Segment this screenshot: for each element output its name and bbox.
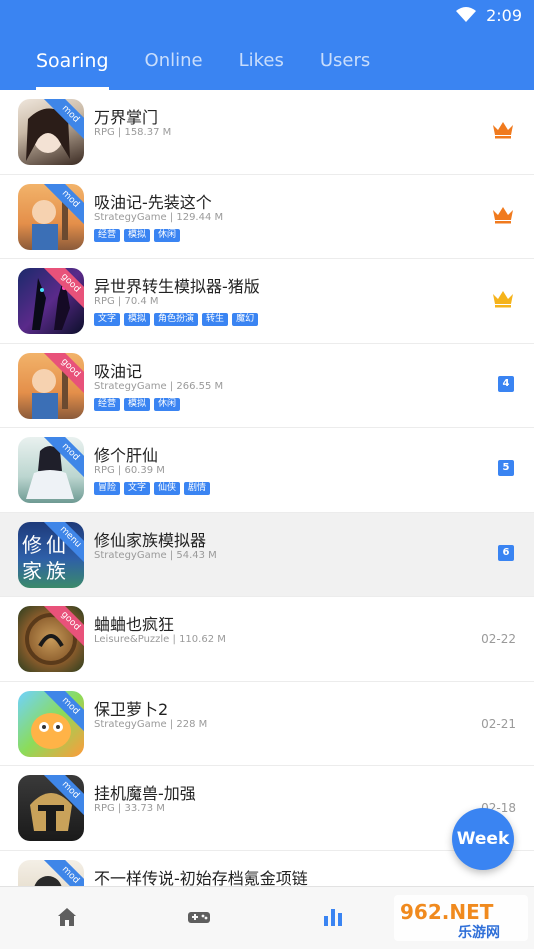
tag-list: 经营 模拟 休闲 (94, 228, 181, 242)
update-date: 02-22 (481, 632, 516, 646)
tab-soaring[interactable]: Soaring (36, 44, 109, 90)
list-item[interactable]: 修仙家族 menu 修仙家族模拟器 StrategyGame | 54.43 M… (0, 512, 534, 597)
tag: 文字 (124, 482, 151, 495)
tag: 魔幻 (232, 313, 259, 326)
svg-text:家: 家 (22, 559, 42, 583)
app-header: 2:09 Soaring Online Likes Users (0, 0, 534, 90)
list-item[interactable]: mod 万界掌门 RPG | 158.37 M (0, 90, 534, 175)
app-title: 修个肝仙 (94, 446, 159, 465)
app-icon: mod (18, 859, 84, 886)
tag: 模拟 (124, 397, 151, 411)
app-list: mod 万界掌门 RPG | 158.37 M mod 吸油记-先装这个 Str… (0, 90, 534, 886)
gamepad-icon[interactable] (187, 905, 211, 929)
app-icon: mod (18, 99, 84, 165)
tag: 角色扮演 (154, 313, 199, 326)
home-icon[interactable] (55, 905, 79, 929)
crown-orange-icon (493, 122, 513, 139)
app-title: 异世界转生模拟器-猪版 (94, 277, 260, 296)
rank-badge: 4 (498, 375, 514, 392)
tag: 转生 (202, 313, 229, 326)
week-filter-button[interactable]: Week (452, 808, 514, 870)
tag: 经营 (94, 397, 121, 411)
app-meta: RPG | 158.37 M (94, 127, 172, 138)
app-title: 吸油记 (94, 361, 143, 381)
app-title: 不一样传说-初始存档氪金项链 (94, 868, 308, 887)
status-time: 2:09 (486, 5, 522, 25)
tag: 模拟 (124, 228, 151, 242)
app-icon: good (18, 606, 84, 672)
wifi-icon (456, 7, 477, 22)
app-meta: Leisure&Puzzle | 110.62 M (94, 634, 226, 645)
site-watermark: 962.NET 乐游网 (394, 895, 528, 941)
app-title: 挂机魔兽-加强 (94, 784, 196, 803)
list-item[interactable]: mod 吸油记-先装这个 StrategyGame | 129.44 M 经营 … (0, 174, 534, 259)
tab-users[interactable]: Users (320, 44, 370, 90)
rank-badge: 5 (498, 460, 514, 476)
app-meta: StrategyGame | 129.44 M (94, 211, 224, 223)
chart-bar-icon[interactable] (321, 905, 345, 929)
app-icon: mod (18, 437, 84, 503)
watermark-bottom: 乐游网 (458, 924, 500, 941)
tag: 休闲 (154, 397, 181, 411)
app-title: 修仙家族模拟器 (94, 530, 207, 550)
update-date: 02-21 (481, 716, 516, 731)
app-meta: RPG | 70.4 M (94, 296, 159, 307)
svg-text:修: 修 (22, 533, 42, 557)
tag: 冒险 (94, 482, 121, 495)
list-item[interactable]: good 异世界转生模拟器-猪版 RPG | 70.4 M 文字 模拟 角色扮演… (0, 259, 534, 344)
app-icon: mod (18, 183, 84, 250)
tab-bar: Soaring Online Likes Users (0, 44, 370, 90)
app-meta: RPG | 33.73 M (94, 803, 165, 814)
app-meta: StrategyGame | 54.43 M (94, 549, 217, 561)
rank-badge: 6 (498, 544, 514, 561)
tag: 仙侠 (154, 482, 181, 495)
tag: 休闲 (154, 228, 181, 242)
app-icon: good (18, 352, 84, 419)
list-item[interactable]: good 蛐蛐也疯狂 Leisure&Puzzle | 110.62 M 02-… (0, 597, 534, 682)
app-icon: good (18, 268, 84, 334)
list-item[interactable]: mod 保卫萝卜2 StrategyGame | 228 M 02-21 (0, 681, 534, 766)
tag-list: 经营 模拟 休闲 (94, 397, 181, 411)
app-title: 万界掌门 (94, 108, 159, 127)
svg-text:族: 族 (46, 559, 66, 583)
app-title: 吸油记-先装这个 (94, 192, 212, 212)
list-item[interactable]: mod 不一样传说-初始存档氪金项链 (0, 850, 534, 887)
app-icon: 修仙家族 menu (18, 521, 84, 588)
app-icon: mod (18, 775, 84, 841)
crown-gold-icon (493, 291, 513, 308)
app-icon: mod (18, 690, 84, 757)
app-meta: StrategyGame | 266.55 M (94, 380, 224, 392)
watermark-top: 962.NET (400, 900, 494, 924)
tag: 剧情 (184, 482, 211, 495)
app-meta: RPG | 60.39 M (94, 465, 165, 476)
tag: 模拟 (124, 313, 151, 326)
app-meta: StrategyGame | 228 M (94, 718, 208, 730)
tab-likes[interactable]: Likes (239, 44, 284, 90)
app-title: 保卫萝卜2 (94, 699, 169, 719)
status-bar: 2:09 (456, 4, 522, 26)
tag: 经营 (94, 228, 121, 242)
tag-list: 文字 模拟 角色扮演 转生 魔幻 (94, 313, 259, 326)
crown-orange-icon (493, 206, 513, 223)
tag-list: 冒险 文字 仙侠 剧情 (94, 482, 211, 495)
tab-online[interactable]: Online (145, 44, 203, 90)
list-item[interactable]: good 吸油记 StrategyGame | 266.55 M 经营 模拟 休… (0, 343, 534, 428)
tag: 文字 (94, 313, 121, 326)
list-item[interactable]: mod 修个肝仙 RPG | 60.39 M 冒险 文字 仙侠 剧情 5 (0, 428, 534, 513)
app-title: 蛐蛐也疯狂 (94, 615, 175, 634)
